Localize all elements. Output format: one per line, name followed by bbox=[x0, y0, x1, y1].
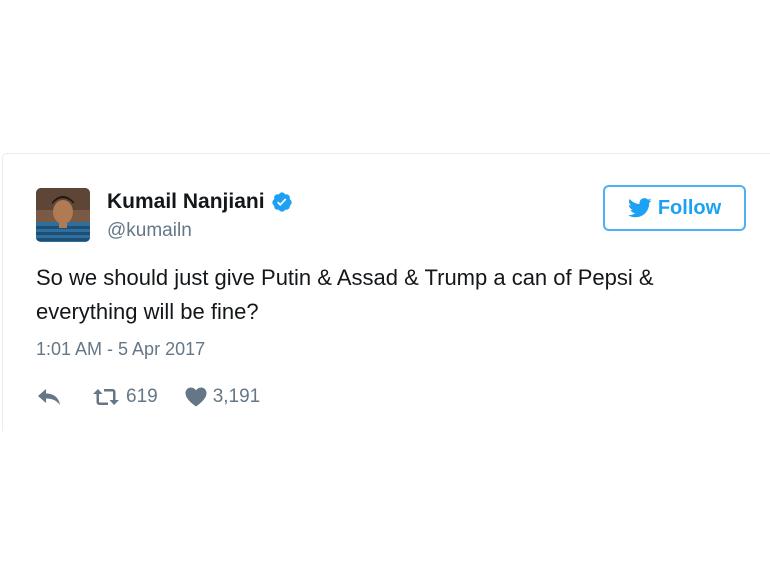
display-name-row: Kumail Nanjiani bbox=[107, 188, 293, 216]
tweet-card: Kumail Nanjiani @kumailn Follow So we sh… bbox=[2, 153, 770, 431]
reply-icon bbox=[36, 387, 62, 407]
like-count: 3,191 bbox=[212, 386, 261, 407]
username-handle[interactable]: @kumailn bbox=[107, 220, 192, 242]
display-name[interactable]: Kumail Nanjiani bbox=[107, 190, 265, 214]
follow-button[interactable]: Follow bbox=[603, 185, 746, 231]
tweet-text: So we should just give Putin & Assad & T… bbox=[36, 265, 654, 324]
retweet-count: 619 bbox=[126, 386, 158, 407]
twitter-bird-icon bbox=[627, 198, 652, 218]
avatar[interactable] bbox=[36, 188, 90, 242]
reply-button[interactable] bbox=[36, 387, 62, 407]
avatar-image bbox=[36, 188, 90, 242]
tweet-actions: 619 3,191 bbox=[36, 384, 260, 410]
follow-button-label: Follow bbox=[657, 196, 722, 219]
verified-badge-icon bbox=[271, 191, 293, 213]
retweet-icon bbox=[92, 387, 120, 407]
heart-icon bbox=[185, 387, 207, 407]
tweet-timestamp[interactable]: 1:01 AM - 5 Apr 2017 bbox=[36, 339, 205, 360]
retweet-button[interactable]: 619 bbox=[92, 386, 158, 408]
like-button[interactable]: 3,191 bbox=[185, 386, 261, 408]
